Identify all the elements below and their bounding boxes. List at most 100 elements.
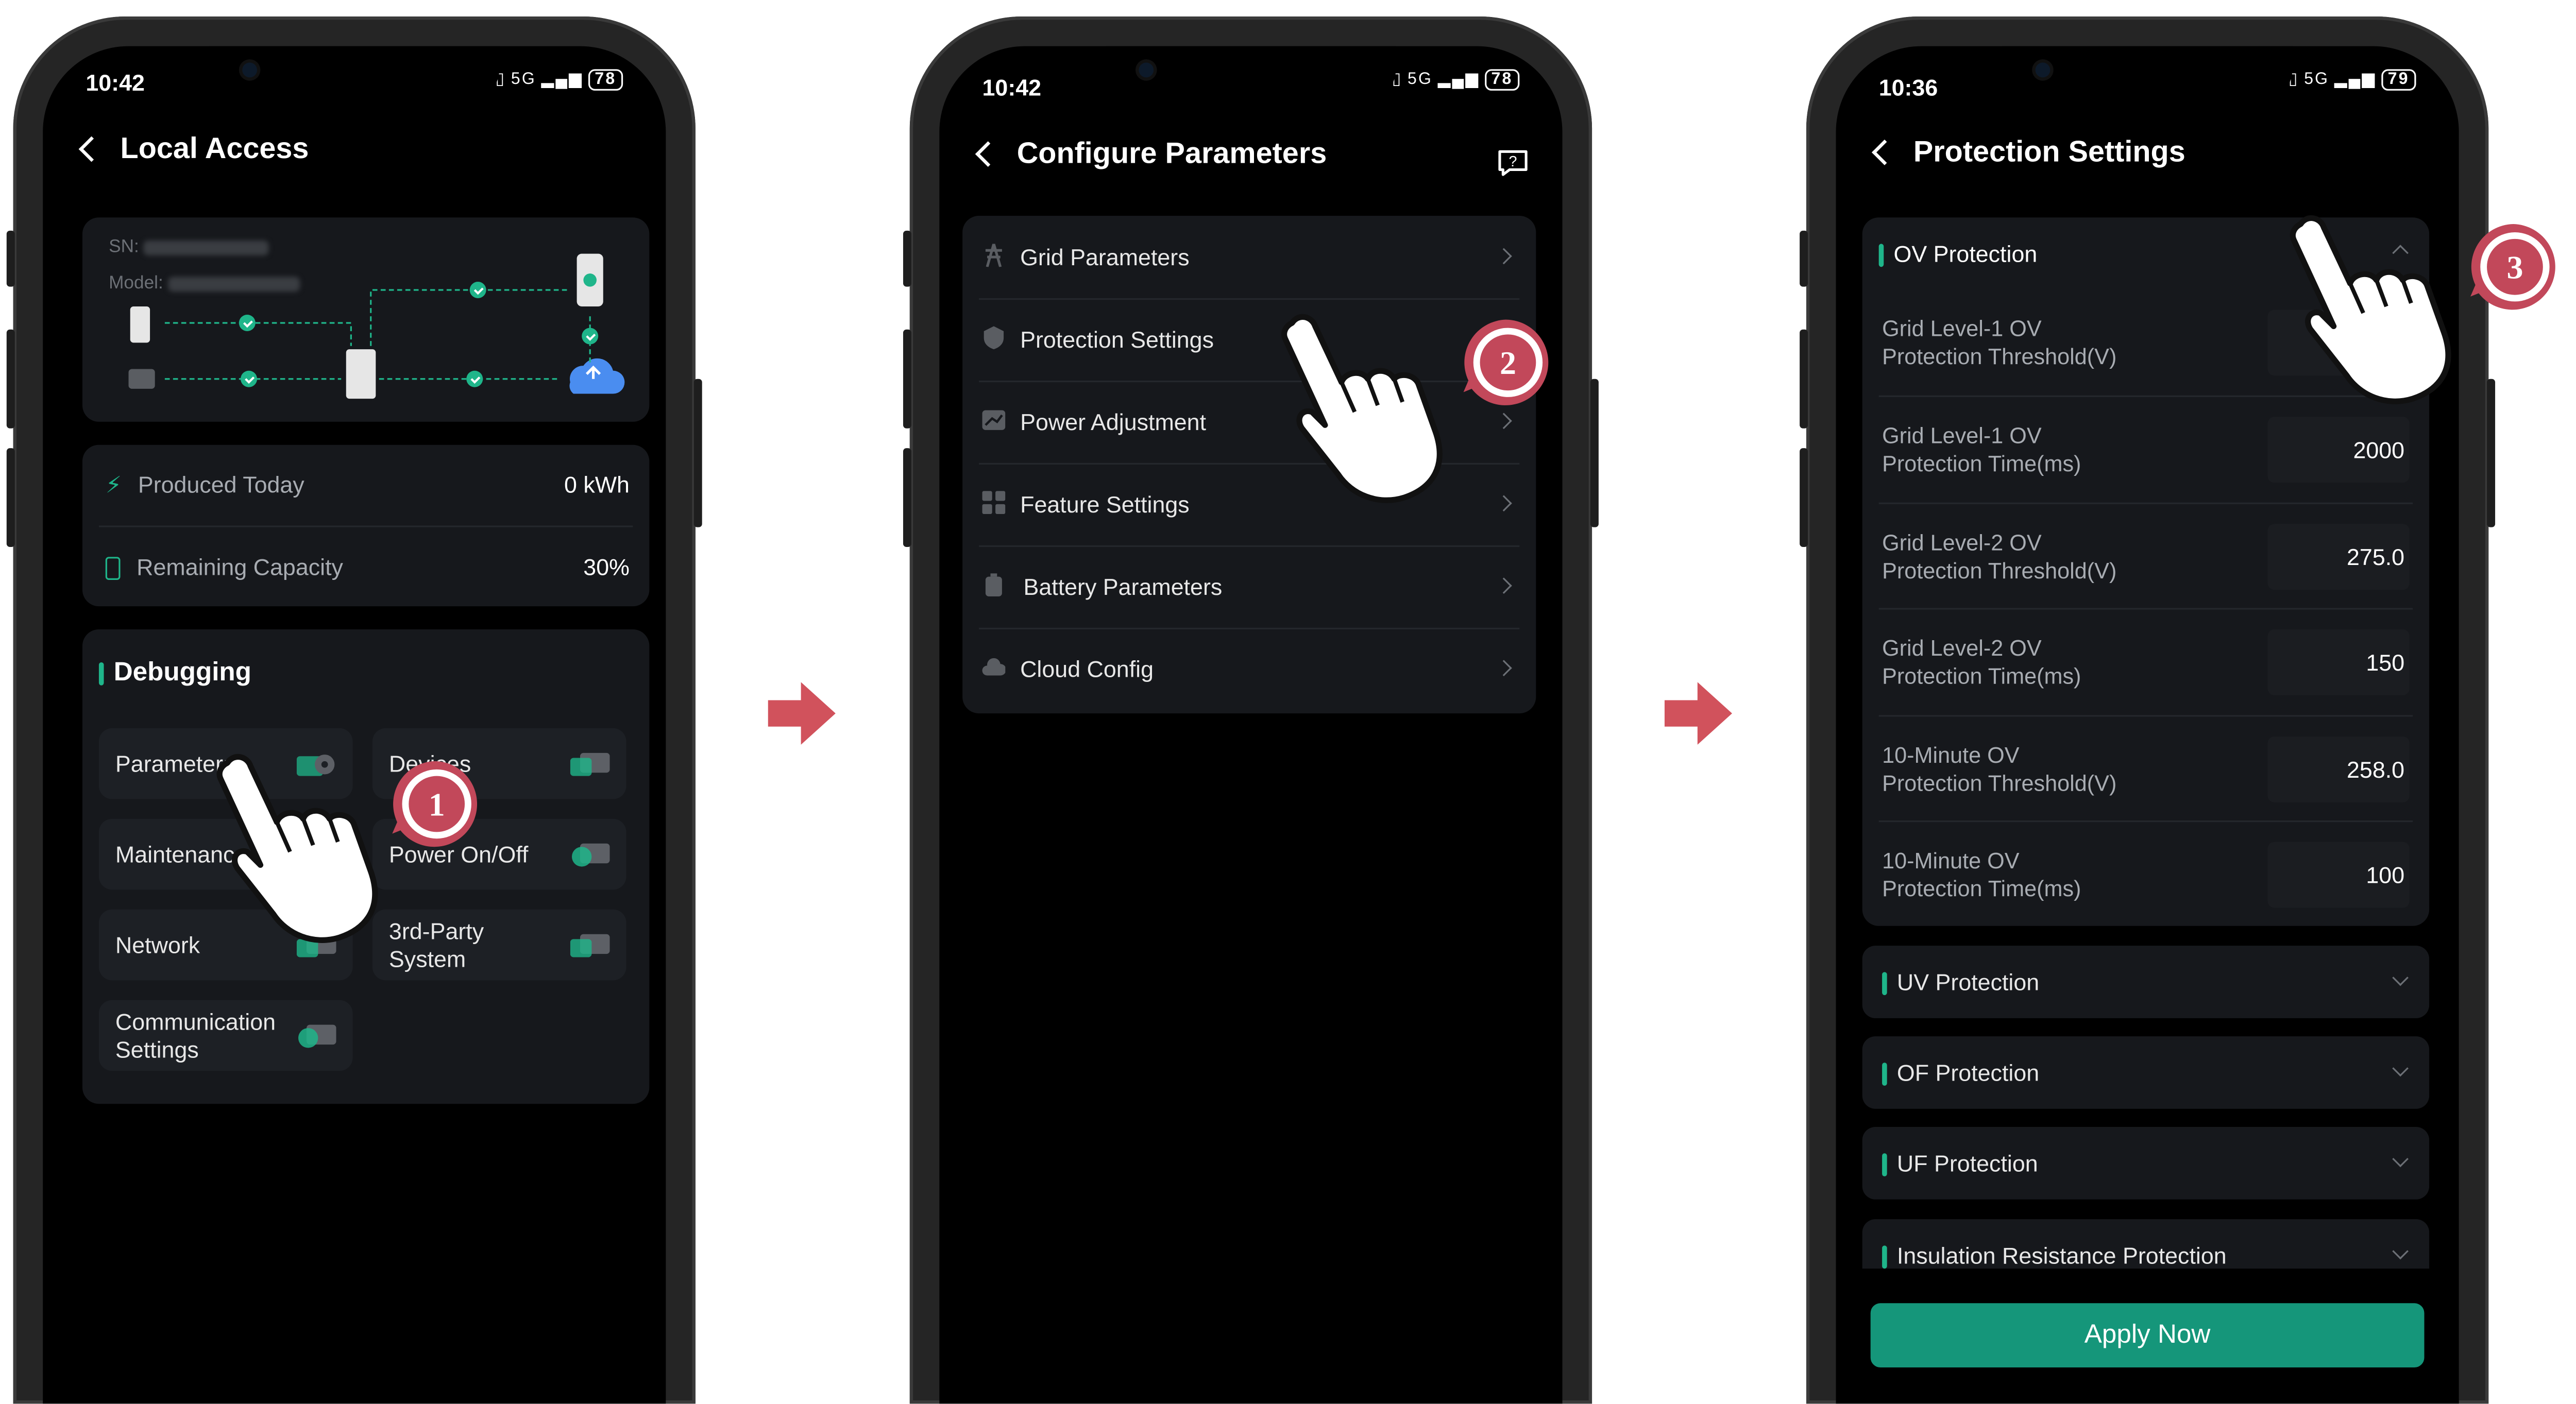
- help-icon[interactable]: ?: [1497, 148, 1530, 178]
- signal-icon: ▂▄▆: [541, 71, 583, 89]
- section-title: UF Protection: [1896, 1150, 2038, 1176]
- stage: 10:42 ▯ 5G ▂▄▆ 78 Local Access SN: Model…: [0, 0, 2576, 1404]
- step-badge-3: 3: [2470, 224, 2555, 310]
- phone-configure-parameters: 10:42 ▯ 5G ▂▄▆ 78 Configure Parameters ?: [903, 16, 1599, 1404]
- menu-label: Battery Parameters: [1023, 573, 1223, 600]
- pv-panel-icon: [130, 306, 150, 343]
- chevron-right-icon: [1496, 413, 1512, 430]
- of-protection-section[interactable]: OF Protection: [1862, 1036, 2430, 1109]
- debugging-title: Debugging: [113, 659, 251, 687]
- chevron-down-icon: [2392, 1060, 2409, 1077]
- stat-label: Remaining Capacity: [137, 553, 343, 580]
- next-arrow-icon: [1664, 682, 1732, 745]
- stat-label: Produced Today: [138, 471, 304, 498]
- stat-remaining-capacity: Remaining Capacity: [105, 553, 343, 580]
- apply-now-button[interactable]: Apply Now: [1870, 1303, 2425, 1368]
- page-header: Local Access: [78, 131, 309, 166]
- status-time: 10:36: [1878, 74, 1938, 101]
- uf-protection-section[interactable]: UF Protection: [1862, 1127, 2430, 1200]
- page-header: Configure Parameters: [975, 136, 1327, 172]
- camera-icon: [242, 62, 258, 78]
- grid-squares-icon: [982, 491, 1006, 515]
- notch: [209, 46, 500, 102]
- pointing-hand-icon: [2290, 215, 2451, 404]
- shield-icon: [984, 326, 1004, 350]
- menu-item-grid-parameters[interactable]: Grid Parameters: [962, 216, 1536, 298]
- chart-icon: [982, 410, 1006, 430]
- param-label: Grid Level-2 OV Protection Threshold(V): [1882, 530, 2117, 584]
- chevron-down-icon: [2392, 1151, 2409, 1168]
- section-title: OF Protection: [1896, 1059, 2040, 1086]
- back-icon[interactable]: [1872, 140, 1897, 165]
- accent-bar: [1878, 244, 1884, 268]
- pointing-hand-icon: [1281, 314, 1443, 503]
- stat-produced-today: ⚡ Produced Today: [106, 471, 304, 499]
- step-badge-1: 1: [392, 761, 478, 847]
- accent-bar: [1882, 1154, 1887, 1177]
- section-title: OV Protection: [1893, 241, 2038, 267]
- menu-item-cloud-config[interactable]: Cloud Config: [962, 628, 1536, 710]
- page-title: Configure Parameters: [1016, 136, 1327, 170]
- svg-text:?: ?: [1509, 153, 1517, 170]
- stat-value: 30%: [583, 553, 630, 580]
- menu-label: Power Adjustment: [1020, 408, 1207, 435]
- chevron-down-icon: [2392, 1243, 2409, 1260]
- power-icon: [572, 843, 610, 866]
- battery-level: 78: [1484, 69, 1520, 91]
- devices-icon: [570, 752, 610, 776]
- param-value-input[interactable]: 2000: [2267, 417, 2410, 483]
- param-label: Grid Level-1 OV Protection Time(ms): [1882, 423, 2081, 476]
- back-icon[interactable]: [78, 136, 105, 162]
- accent-bar: [1882, 1063, 1887, 1086]
- section-title: Insulation Resistance Protection: [1896, 1242, 2227, 1269]
- network-label: 5G: [2304, 71, 2330, 89]
- ov-protection-header[interactable]: OV Protection: [1878, 241, 2038, 268]
- menu-label: Feature Settings: [1020, 491, 1190, 518]
- next-arrow-icon: [768, 682, 836, 745]
- back-icon[interactable]: [975, 141, 1001, 167]
- menu-label: Grid Parameters: [1020, 244, 1190, 270]
- svg-text:3: 3: [2506, 249, 2523, 286]
- insulation-resistance-section[interactable]: Insulation Resistance Protection: [1862, 1219, 2430, 1270]
- status-time: 10:42: [86, 69, 145, 96]
- cloud-icon: [982, 658, 1006, 676]
- chevron-right-icon: [1496, 577, 1512, 594]
- menu-item-battery-parameters[interactable]: Battery Parameters: [962, 545, 1536, 628]
- menu-label: Protection Settings: [1020, 326, 1214, 353]
- accent-bar: [1882, 1246, 1887, 1270]
- network-label: 5G: [1408, 71, 1433, 89]
- tile-third-party-system[interactable]: 3rd-Party System: [372, 909, 626, 981]
- debugging-heading: Debugging: [98, 659, 251, 689]
- battery-level: 78: [588, 69, 623, 91]
- tile-communication-settings[interactable]: Communication Settings: [98, 1000, 353, 1071]
- meter-icon: [128, 369, 155, 389]
- param-value-input[interactable]: 150: [2267, 629, 2410, 695]
- param-row: Grid Level-2 OV Protection Threshold(V) 2…: [1862, 504, 2429, 610]
- network-label: 5G: [511, 71, 536, 89]
- param-value-input[interactable]: 100: [2267, 842, 2410, 908]
- page-title: Local Access: [120, 131, 309, 165]
- param-value-input[interactable]: 258.0: [2267, 736, 2410, 802]
- section-title: UV Protection: [1896, 968, 2040, 996]
- param-label: 10-Minute OV Protection Threshold(V): [1882, 743, 2117, 796]
- status-time: 10:42: [982, 74, 1042, 101]
- notch: [1106, 46, 1396, 102]
- param-row: 10-Minute OV Protection Threshold(V) 258.…: [1862, 716, 2429, 822]
- chevron-right-icon: [1496, 248, 1512, 265]
- menu-label: Cloud Config: [1020, 656, 1154, 682]
- pointing-hand-icon: [216, 754, 378, 943]
- signal-icon: ▂▄▆: [1437, 71, 1480, 89]
- battery-icon: [105, 557, 121, 580]
- stats-card: ⚡ Produced Today 0 kWh Remaining Capacit…: [82, 444, 650, 607]
- notch: [2002, 46, 2293, 102]
- communication-icon: [298, 1024, 336, 1047]
- screen-2: 10:42 ▯ 5G ▂▄▆ 78 Configure Parameters ?: [939, 46, 1563, 1404]
- third-party-icon: [570, 933, 610, 956]
- inverter-icon: [346, 349, 376, 399]
- chevron-right-icon: [1496, 660, 1512, 676]
- divider: [98, 525, 633, 527]
- param-row: Grid Level-1 OV Protection Time(ms) 2000: [1862, 397, 2429, 503]
- chevron-down-icon: [2392, 969, 2409, 986]
- uv-protection-section[interactable]: UV Protection: [1862, 946, 2430, 1018]
- param-value-input[interactable]: 275.0: [2267, 524, 2410, 590]
